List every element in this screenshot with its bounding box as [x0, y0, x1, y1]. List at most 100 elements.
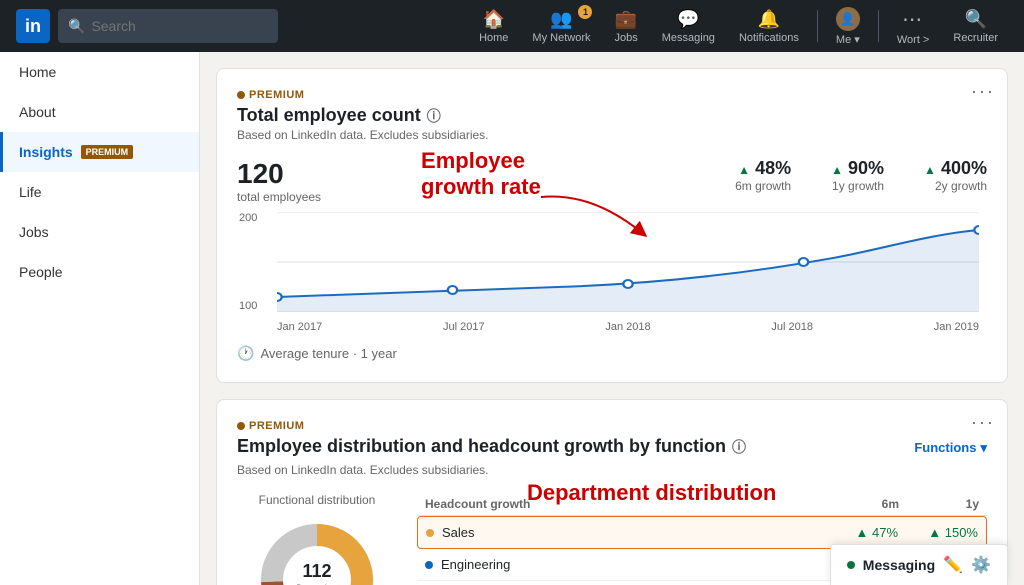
metric-2y-label: 2y growth: [924, 179, 987, 193]
functions-label: Functions: [914, 440, 976, 455]
sidebar-people-label: People: [19, 264, 63, 280]
avatar: 👤: [836, 7, 860, 31]
sales-dot: [426, 529, 434, 537]
row-sales-name: Sales: [426, 525, 818, 540]
tenure-text: Average tenure · 1 year: [260, 346, 396, 361]
employee-count-card: ··· PREMIUM Total employee count ⓘ Based…: [216, 68, 1008, 383]
sidebar-item-insights[interactable]: Insights PREMIUM: [0, 132, 199, 172]
th-name: Headcount growth: [425, 497, 819, 511]
total-count: 120 total employees: [237, 158, 321, 204]
network-icon: 👥: [550, 9, 572, 30]
grid-icon: ⋯: [902, 7, 924, 32]
nav-network[interactable]: 👥 1 My Network: [522, 5, 600, 48]
nav-recruiter[interactable]: 🔍 Recruiter: [943, 5, 1008, 48]
sidebar-life-label: Life: [19, 184, 42, 200]
card2-title-text: Employee distribution and headcount grow…: [237, 436, 726, 457]
nav-notifications[interactable]: 🔔 Notifications: [729, 5, 809, 48]
messaging-actions: ✏️ ⚙️: [943, 555, 991, 575]
premium-badge: PREMIUM: [81, 145, 134, 159]
search-icon: 🔍: [68, 18, 85, 35]
sidebar-item-people[interactable]: People: [0, 252, 199, 292]
search-input[interactable]: [91, 18, 268, 34]
sidebar-item-about[interactable]: About: [0, 92, 199, 132]
home-icon: 🏠: [483, 9, 505, 30]
nav-divider: [817, 10, 818, 42]
average-tenure: 🕐 Average tenure · 1 year: [237, 345, 987, 362]
sidebar-insights-inner: Insights PREMIUM: [19, 144, 183, 160]
sidebar-item-home[interactable]: Home: [0, 52, 199, 92]
messaging-icon: 💬: [677, 9, 699, 30]
card1-title-text: Total employee count: [237, 105, 421, 126]
table-header: Headcount growth 6m 1y: [417, 493, 987, 516]
nav-home[interactable]: 🏠 Home: [469, 5, 518, 48]
top-nav: in 🔍 🏠 Home 👥 1 My Network 💼 Jobs 💬 Mess…: [0, 0, 1024, 52]
nav-recruiter-label: Recruiter: [953, 32, 998, 44]
growth-metrics: ▲ 48% 6m growth ▲ 90% 1y growth ▲ 400% 2…: [735, 158, 987, 193]
clock-icon: 🕐: [237, 345, 254, 362]
card-menu-button[interactable]: ···: [971, 81, 995, 102]
nav-notifications-label: Notifications: [739, 32, 799, 44]
sidebar-home-label: Home: [19, 64, 56, 80]
eng-dot: [425, 561, 433, 569]
nav-jobs[interactable]: 💼 Jobs: [604, 5, 647, 48]
card2-menu-button[interactable]: ···: [971, 412, 995, 433]
donut-chart: 112 December 2018: [252, 515, 382, 585]
card2-premium-text: PREMIUM: [249, 420, 304, 432]
metric-6m: ▲ 48% 6m growth: [735, 158, 791, 193]
nav-me[interactable]: 👤 Me ▾: [826, 3, 870, 50]
notifications-icon: 🔔: [758, 9, 780, 30]
y-label-200: 200: [239, 212, 257, 224]
nav-messaging[interactable]: 💬 Messaging: [652, 5, 725, 48]
sidebar-about-label: About: [19, 104, 56, 120]
th-1y: 1y: [899, 497, 979, 511]
employee-chart: [277, 212, 979, 312]
info-icon[interactable]: ⓘ: [427, 106, 441, 126]
metric-1y-label: 1y growth: [831, 179, 884, 193]
search-bar[interactable]: 🔍: [58, 9, 278, 43]
nav-messaging-label: Messaging: [662, 32, 715, 44]
sidebar: Home About Insights PREMIUM Life Jobs Pe…: [0, 52, 200, 585]
metric-6m-label: 6m growth: [735, 179, 791, 193]
nav-items: 🏠 Home 👥 1 My Network 💼 Jobs 💬 Messaging…: [469, 3, 1008, 50]
sidebar-item-jobs[interactable]: Jobs: [0, 212, 199, 252]
total-label: total employees: [237, 190, 321, 204]
nav-home-label: Home: [479, 32, 508, 44]
eng-label: Engineering: [441, 557, 510, 572]
sidebar-jobs-label: Jobs: [19, 224, 49, 240]
card2-title: Employee distribution and headcount grow…: [237, 436, 746, 457]
card2-info-icon[interactable]: ⓘ: [732, 437, 746, 457]
functions-button[interactable]: Functions ▾: [914, 440, 987, 456]
content-area: ··· PREMIUM Total employee count ⓘ Based…: [200, 52, 1024, 585]
row-eng-name: Engineering: [425, 557, 819, 572]
chart-x-labels: Jan 2017 Jul 2017 Jan 2018 Jul 2018 Jan …: [277, 321, 979, 333]
nav-network-label: My Network: [532, 32, 590, 44]
nav-me-label: Me ▾: [836, 33, 860, 46]
card2-subtitle: Based on LinkedIn data. Excludes subsidi…: [237, 463, 987, 477]
y-label-100: 100: [239, 300, 257, 312]
donut-label: Functional distribution: [259, 493, 376, 507]
chevron-down-icon: ▾: [980, 440, 987, 456]
card1-title: Total employee count ⓘ: [237, 105, 987, 126]
card1-subtitle: Based on LinkedIn data. Excludes subsidi…: [237, 128, 987, 142]
sidebar-item-life[interactable]: Life: [0, 172, 199, 212]
sales-6m: ▲ 47%: [818, 525, 898, 540]
x-label-jan2018: Jan 2018: [605, 321, 650, 333]
total-number: 120: [237, 158, 321, 190]
nav-jobs-label: Jobs: [614, 32, 637, 44]
card2-premium-dot: [237, 422, 245, 430]
nav-work[interactable]: ⋯ Wort >: [887, 3, 940, 50]
messaging-bar[interactable]: Messaging ✏️ ⚙️: [830, 544, 1008, 585]
metric-2y: ▲ 400% 2y growth: [924, 158, 987, 193]
settings-icon[interactable]: ⚙️: [971, 555, 991, 575]
premium-tag: PREMIUM: [237, 89, 987, 101]
linkedin-logo[interactable]: in: [16, 9, 50, 43]
compose-icon[interactable]: ✏️: [943, 555, 963, 575]
chart-wrapper: 200 100: [277, 212, 979, 333]
metric-1y-value: ▲ 90%: [831, 158, 884, 179]
x-label-jan2017: Jan 2017: [277, 321, 322, 333]
x-label-jul2017: Jul 2017: [443, 321, 485, 333]
premium-text: PREMIUM: [249, 89, 304, 101]
nav-work-label: Wort >: [897, 34, 930, 46]
svg-text:112: 112: [302, 561, 331, 581]
card2-premium-tag: PREMIUM: [237, 420, 987, 432]
